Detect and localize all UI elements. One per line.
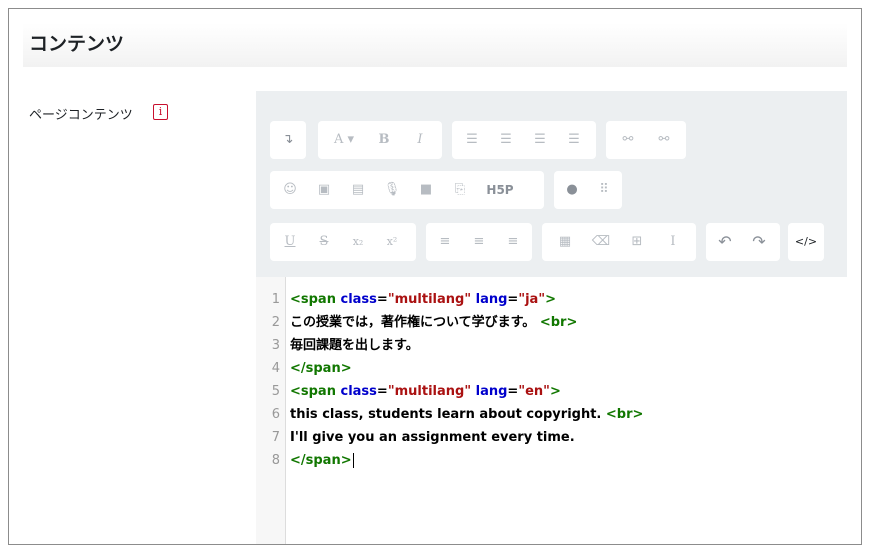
code-text: <span class="multilang" lang="ja"> bbox=[290, 292, 557, 307]
microphone-icon[interactable]: 🎙 bbox=[376, 171, 408, 209]
code-text: <span class="multilang" lang="en"> bbox=[290, 384, 561, 399]
video-camera-icon[interactable]: ■ bbox=[410, 171, 442, 209]
code-line: 7 I'll give you an assignment every time… bbox=[256, 426, 847, 449]
toolbar-group-accessibility: ● ⠿ bbox=[554, 171, 622, 209]
align-right-icon[interactable]: ≡ bbox=[496, 223, 530, 261]
code-text: I'll give you an assignment every time. bbox=[290, 430, 575, 445]
bold-button[interactable]: B bbox=[368, 121, 400, 159]
code-line: 4 </span> bbox=[256, 357, 847, 380]
subscript-button[interactable]: x₂ bbox=[342, 223, 374, 261]
line-number: 6 bbox=[271, 407, 280, 422]
text-cursor bbox=[352, 453, 354, 468]
underline-button[interactable]: U bbox=[274, 223, 306, 261]
toolbar-group-collapse: ↴ bbox=[270, 121, 306, 159]
outdent-icon[interactable]: ☰ bbox=[524, 121, 556, 159]
html-source-editor[interactable]: 1 <span class="multilang" lang="ja"> 2 こ… bbox=[256, 277, 847, 544]
equation-icon[interactable]: ▦ bbox=[548, 223, 582, 261]
manage-files-icon[interactable]: ⎘ bbox=[444, 171, 476, 209]
superscript-button[interactable]: x² bbox=[376, 223, 408, 261]
toolbar-group-html: </> bbox=[788, 223, 824, 261]
toolbar-group-insert: ▦ ⌫ ⊞ I bbox=[542, 223, 696, 261]
toolbar-group-align: ≡ ≡ ≡ bbox=[426, 223, 532, 261]
toolbar-group-list: ☰ ☰ ☰ ☰ bbox=[452, 121, 596, 159]
toolbar-group-links: ⚯ ⚯ bbox=[606, 121, 686, 159]
font-color-button[interactable]: A ▾ bbox=[324, 121, 364, 159]
atto-editor: ↴ A ▾ B I ☰ ☰ ☰ ☰ ⚯ ⚯ ☺ ▣ ▤ 🎙 ■ ⎘ H5P ● … bbox=[256, 91, 847, 544]
clear-formatting-icon[interactable]: ⌫ bbox=[584, 223, 618, 261]
image-icon[interactable]: ▣ bbox=[308, 171, 340, 209]
code-line: 1 <span class="multilang" lang="ja"> bbox=[256, 288, 847, 311]
line-number: 2 bbox=[271, 315, 280, 330]
code-text: </span> bbox=[290, 361, 352, 376]
toolbar-group-files: ☺ ▣ ▤ 🎙 ■ ⎘ H5P bbox=[270, 171, 544, 209]
text-cursor-icon[interactable]: I bbox=[656, 223, 690, 261]
h5p-button[interactable]: H5P bbox=[478, 171, 522, 209]
align-center-icon[interactable]: ≡ bbox=[462, 223, 496, 261]
code-line: 2 この授業では，著作権について学びます。 <br> bbox=[256, 311, 847, 334]
code-line: 6 this class, students learn about copyr… bbox=[256, 403, 847, 426]
code-line: 8 </span> bbox=[256, 449, 847, 472]
braille-icon[interactable]: ⠿ bbox=[588, 171, 620, 209]
toolbar-group-style: A ▾ B I bbox=[318, 121, 442, 159]
code-line: 5 <span class="multilang" lang="en"> bbox=[256, 380, 847, 403]
undo-icon[interactable]: ↶ bbox=[708, 223, 742, 261]
table-icon[interactable]: ⊞ bbox=[620, 223, 654, 261]
page-content-label: ページコンテンツ bbox=[29, 108, 133, 123]
align-left-icon[interactable]: ≡ bbox=[428, 223, 462, 261]
paragraph-icon[interactable]: ↴ bbox=[270, 121, 306, 159]
line-number: 4 bbox=[271, 361, 280, 376]
italic-button[interactable]: I bbox=[404, 121, 436, 159]
line-number: 7 bbox=[271, 430, 280, 445]
code-line: 3 毎回課題を出します。 bbox=[256, 334, 847, 357]
strikethrough-button[interactable]: S bbox=[308, 223, 340, 261]
html-source-button[interactable]: </> bbox=[788, 223, 824, 261]
code-text: </span> bbox=[290, 453, 354, 468]
code-text: この授業では，著作権について学びます。 <br> bbox=[290, 315, 578, 330]
media-icon[interactable]: ▤ bbox=[342, 171, 374, 209]
toolbar-group-history: ↶ ↷ bbox=[706, 223, 780, 261]
section-header: コンテンツ bbox=[23, 23, 847, 67]
link-icon[interactable]: ⚯ bbox=[610, 121, 646, 159]
indent-icon[interactable]: ☰ bbox=[558, 121, 590, 159]
redo-icon[interactable]: ↷ bbox=[742, 223, 776, 261]
content-section: コンテンツ ページコンテンツ i ↴ A ▾ B I ☰ ☰ ☰ ☰ ⚯ ⚯ ☺… bbox=[8, 8, 862, 545]
toolbar-group-format: U S x₂ x² bbox=[270, 223, 416, 261]
section-title: コンテンツ bbox=[29, 33, 125, 55]
unlink-icon[interactable]: ⚯ bbox=[646, 121, 682, 159]
ordered-list-icon[interactable]: ☰ bbox=[490, 121, 522, 159]
line-number: 5 bbox=[271, 384, 280, 399]
code-text: 毎回課題を出します。 bbox=[290, 338, 419, 353]
line-number: 8 bbox=[271, 453, 280, 468]
accessibility-icon[interactable]: ● bbox=[556, 171, 588, 209]
line-number: 1 bbox=[271, 292, 280, 307]
line-number: 3 bbox=[271, 338, 280, 353]
code-text: this class, students learn about copyrig… bbox=[290, 407, 644, 422]
unordered-list-icon[interactable]: ☰ bbox=[456, 121, 488, 159]
editor-toolbar: ↴ A ▾ B I ☰ ☰ ☰ ☰ ⚯ ⚯ ☺ ▣ ▤ 🎙 ■ ⎘ H5P ● … bbox=[256, 91, 847, 277]
info-icon[interactable]: i bbox=[153, 104, 168, 120]
emoji-icon[interactable]: ☺ bbox=[274, 171, 306, 209]
